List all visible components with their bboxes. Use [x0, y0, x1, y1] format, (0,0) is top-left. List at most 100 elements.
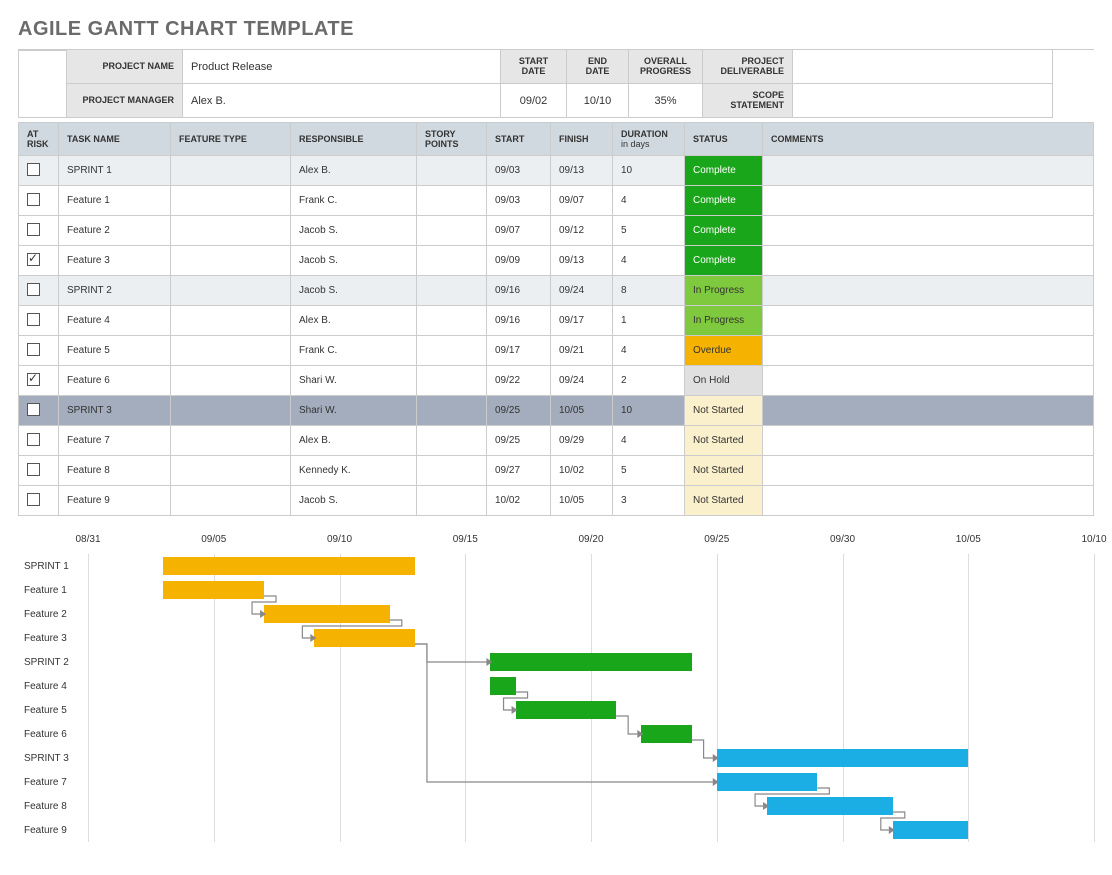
story-points-cell[interactable] — [417, 186, 487, 216]
gantt-bar[interactable] — [717, 749, 969, 767]
table-row[interactable]: SPRINT 1Alex B.09/0309/1310Complete — [19, 156, 1094, 186]
task-name-cell[interactable]: SPRINT 3 — [59, 396, 171, 426]
responsible-cell[interactable]: Frank C. — [291, 336, 417, 366]
table-row[interactable]: Feature 1Frank C.09/0309/074Complete — [19, 186, 1094, 216]
gantt-bar[interactable] — [767, 797, 893, 815]
feature-type-cell[interactable] — [171, 486, 291, 516]
status-cell[interactable]: Not Started — [685, 426, 763, 456]
table-row[interactable]: Feature 6Shari W.09/2209/242On Hold — [19, 366, 1094, 396]
start-cell[interactable]: 09/17 — [487, 336, 551, 366]
comments-cell[interactable] — [763, 246, 1094, 276]
comments-cell[interactable] — [763, 216, 1094, 246]
project-name-value[interactable]: Product Release — [183, 50, 501, 84]
start-cell[interactable]: 09/25 — [487, 426, 551, 456]
feature-type-cell[interactable] — [171, 306, 291, 336]
finish-cell[interactable]: 09/24 — [551, 276, 613, 306]
finish-cell[interactable]: 09/13 — [551, 156, 613, 186]
task-name-cell[interactable]: Feature 9 — [59, 486, 171, 516]
end-date-value[interactable]: 10/10 — [567, 84, 629, 118]
at-risk-checkbox[interactable] — [27, 343, 40, 356]
table-row[interactable]: Feature 3Jacob S.09/0909/134Complete — [19, 246, 1094, 276]
at-risk-checkbox[interactable] — [27, 493, 40, 506]
feature-type-cell[interactable] — [171, 336, 291, 366]
start-cell[interactable]: 09/16 — [487, 306, 551, 336]
gantt-bar[interactable] — [264, 605, 390, 623]
duration-cell[interactable]: 4 — [613, 246, 685, 276]
table-row[interactable]: Feature 5Frank C.09/1709/214Overdue — [19, 336, 1094, 366]
responsible-cell[interactable]: Frank C. — [291, 186, 417, 216]
at-risk-checkbox[interactable] — [27, 463, 40, 476]
feature-type-cell[interactable] — [171, 396, 291, 426]
duration-cell[interactable]: 8 — [613, 276, 685, 306]
task-name-cell[interactable]: SPRINT 2 — [59, 276, 171, 306]
responsible-cell[interactable]: Alex B. — [291, 306, 417, 336]
status-cell[interactable]: In Progress — [685, 276, 763, 306]
start-cell[interactable]: 09/09 — [487, 246, 551, 276]
finish-cell[interactable]: 09/29 — [551, 426, 613, 456]
status-cell[interactable]: Not Started — [685, 396, 763, 426]
status-cell[interactable]: Complete — [685, 156, 763, 186]
story-points-cell[interactable] — [417, 246, 487, 276]
gantt-bar[interactable] — [516, 701, 617, 719]
gantt-bar[interactable] — [717, 773, 818, 791]
comments-cell[interactable] — [763, 336, 1094, 366]
start-cell[interactable]: 09/03 — [487, 186, 551, 216]
start-cell[interactable]: 09/16 — [487, 276, 551, 306]
comments-cell[interactable] — [763, 396, 1094, 426]
responsible-cell[interactable]: Alex B. — [291, 156, 417, 186]
story-points-cell[interactable] — [417, 306, 487, 336]
at-risk-checkbox[interactable] — [27, 223, 40, 236]
start-date-value[interactable]: 09/02 — [501, 84, 567, 118]
task-name-cell[interactable]: Feature 3 — [59, 246, 171, 276]
story-points-cell[interactable] — [417, 486, 487, 516]
finish-cell[interactable]: 09/07 — [551, 186, 613, 216]
table-row[interactable]: Feature 9Jacob S.10/0210/053Not Started — [19, 486, 1094, 516]
duration-cell[interactable]: 5 — [613, 456, 685, 486]
task-name-cell[interactable]: Feature 1 — [59, 186, 171, 216]
at-risk-checkbox[interactable] — [27, 433, 40, 446]
table-row[interactable]: Feature 2Jacob S.09/0709/125Complete — [19, 216, 1094, 246]
feature-type-cell[interactable] — [171, 186, 291, 216]
responsible-cell[interactable]: Alex B. — [291, 426, 417, 456]
start-cell[interactable]: 10/02 — [487, 486, 551, 516]
duration-cell[interactable]: 10 — [613, 156, 685, 186]
duration-cell[interactable]: 1 — [613, 306, 685, 336]
feature-type-cell[interactable] — [171, 156, 291, 186]
at-risk-checkbox[interactable] — [27, 283, 40, 296]
comments-cell[interactable] — [763, 456, 1094, 486]
duration-cell[interactable]: 5 — [613, 216, 685, 246]
table-row[interactable]: Feature 8 Kennedy K. 09/2710/025Not Starte… — [19, 456, 1094, 486]
status-cell[interactable]: Not Started — [685, 486, 763, 516]
responsible-cell[interactable]: Kennedy K. — [291, 456, 417, 486]
responsible-cell[interactable]: Jacob S. — [291, 276, 417, 306]
feature-type-cell[interactable] — [171, 456, 291, 486]
duration-cell[interactable]: 4 — [613, 186, 685, 216]
start-cell[interactable]: 09/03 — [487, 156, 551, 186]
start-cell[interactable]: 09/27 — [487, 456, 551, 486]
story-points-cell[interactable] — [417, 456, 487, 486]
status-cell[interactable]: Overdue — [685, 336, 763, 366]
at-risk-checkbox[interactable] — [27, 163, 40, 176]
story-points-cell[interactable] — [417, 396, 487, 426]
task-name-cell[interactable]: Feature 8 — [59, 456, 171, 486]
table-row[interactable]: Feature 7Alex B.09/2509/294Not Started — [19, 426, 1094, 456]
feature-type-cell[interactable] — [171, 276, 291, 306]
responsible-cell[interactable]: Shari W. — [291, 366, 417, 396]
start-cell[interactable]: 09/07 — [487, 216, 551, 246]
gantt-bar[interactable] — [490, 677, 515, 695]
responsible-cell[interactable]: Jacob S. — [291, 246, 417, 276]
at-risk-checkbox[interactable] — [27, 373, 40, 386]
feature-type-cell[interactable] — [171, 426, 291, 456]
status-cell[interactable]: Complete — [685, 216, 763, 246]
story-points-cell[interactable] — [417, 156, 487, 186]
finish-cell[interactable]: 10/02 — [551, 456, 613, 486]
comments-cell[interactable] — [763, 276, 1094, 306]
gantt-bar[interactable] — [893, 821, 968, 839]
duration-cell[interactable]: 10 — [613, 396, 685, 426]
feature-type-cell[interactable] — [171, 216, 291, 246]
finish-cell[interactable]: 09/21 — [551, 336, 613, 366]
task-name-cell[interactable]: Feature 6 — [59, 366, 171, 396]
comments-cell[interactable] — [763, 426, 1094, 456]
status-cell[interactable]: Not Started — [685, 456, 763, 486]
comments-cell[interactable] — [763, 366, 1094, 396]
